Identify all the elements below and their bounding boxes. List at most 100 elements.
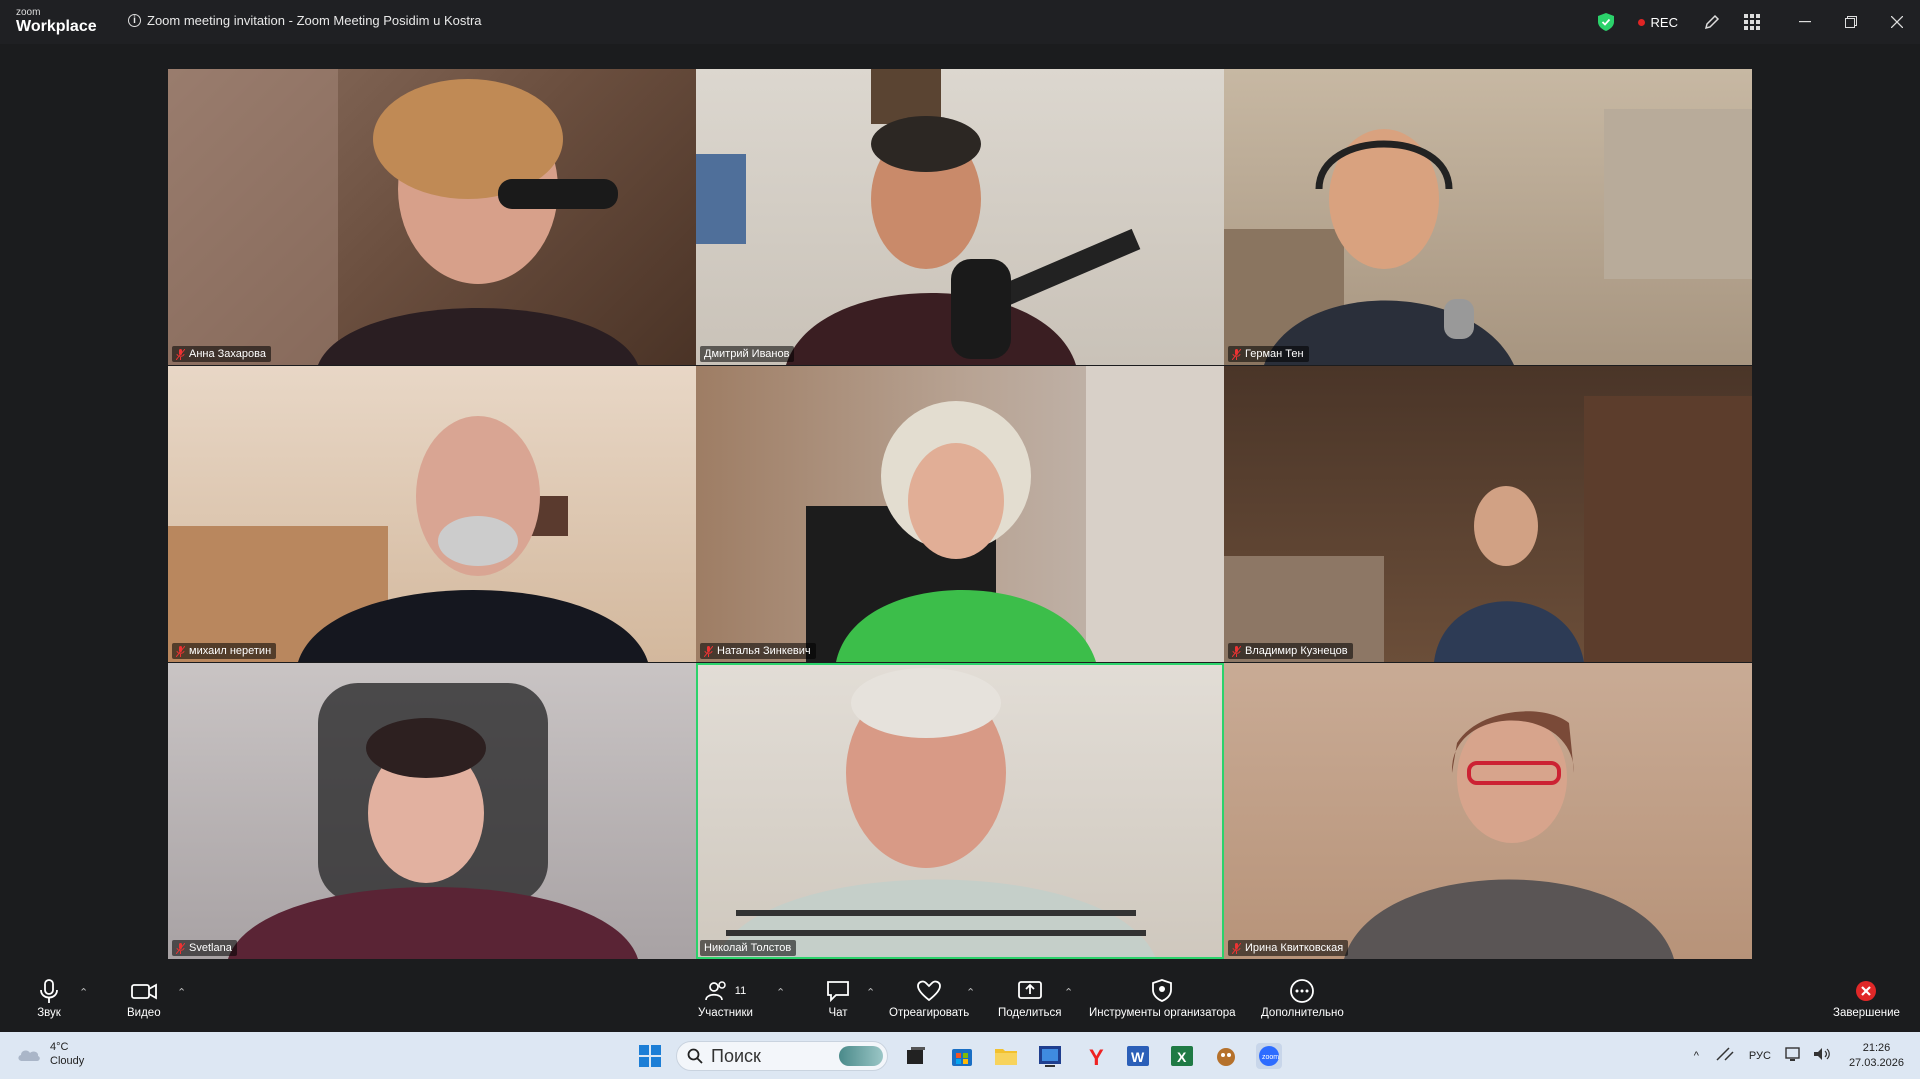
video-tile[interactable]: Герман Тен [1224,69,1752,365]
video-options-caret-icon[interactable]: ⌃ [177,986,186,999]
taskbar-search[interactable]: Поиск [676,1041,888,1071]
screen-app-icon[interactable] [1037,1043,1063,1069]
participant-name: михаил неретин [189,645,272,657]
more-dots-icon [1290,979,1315,1003]
zoom-taskbar-icon[interactable]: zoom [1256,1043,1282,1069]
participant-name-label: Анна Захарова [172,346,271,362]
volume-icon[interactable] [1813,1046,1831,1065]
meeting-toolbar: Звук ⌃ Видео ⌃ 11 Участники ⌃ Чат ⌃ Отре… [0,972,1920,1032]
rec-label: REC [1650,14,1678,30]
video-tile[interactable]: Ирина Квитковская [1224,663,1752,959]
svg-text:zoom: zoom [1262,1054,1279,1061]
clock-time: 21:26 [1862,1041,1891,1054]
chat-button[interactable]: Чат [825,978,851,1019]
language-indicator[interactable]: РУС [1749,1050,1771,1062]
recording-indicator[interactable]: REC [1637,14,1678,30]
participant-video [228,683,638,959]
video-gallery: Анна Захарова Дмитрий Иванов Герман Тен … [0,44,1920,972]
audio-button[interactable]: Звук [36,978,62,1019]
chat-label: Чат [828,1007,848,1019]
cloud-icon [18,1050,40,1062]
video-tile-active-speaker[interactable]: Николай Толстов [696,663,1224,959]
word-icon[interactable]: W [1125,1043,1151,1069]
video-tile[interactable]: Владимир Кузнецов [1224,366,1752,662]
participants-button[interactable]: 11 Участники [698,978,753,1019]
excel-icon[interactable]: X [1169,1043,1195,1069]
participant-name: Николай Толстов [704,942,792,954]
search-placeholder: Поиск [711,1045,761,1066]
video-tile[interactable]: Дмитрий Иванов [696,69,1224,365]
muted-mic-icon [704,645,713,657]
video-tile[interactable]: Анна Захарова [168,69,696,365]
search-highlight-icon [839,1046,883,1066]
muted-mic-icon [1232,348,1241,360]
windows-start-icon[interactable] [637,1043,663,1069]
muted-mic-icon [1232,645,1241,657]
svg-text:W: W [1131,1049,1145,1065]
share-options-caret-icon[interactable]: ⌃ [1064,986,1073,999]
host-shield-icon [1152,979,1173,1002]
share-screen-icon [1017,981,1042,999]
game-app-icon[interactable] [1213,1043,1239,1069]
weather-widget[interactable]: 4°C Cloudy [16,1040,84,1069]
end-close-icon [1856,981,1877,1001]
video-camera-icon [130,983,157,1000]
participants-icon [704,981,726,1001]
task-view-icon[interactable] [903,1043,929,1069]
react-label: Отреагировать [889,1007,970,1019]
audio-label: Звук [37,1007,61,1019]
participant-name: Наталья Зинкевич [717,645,811,657]
microsoft-store-icon[interactable] [949,1043,975,1069]
participant-name: Дмитрий Иванов [704,348,790,360]
restore-button[interactable] [1828,0,1874,44]
share-button[interactable]: Поделиться [998,978,1062,1019]
end-meeting-button[interactable]: Завершение [1833,978,1900,1019]
participant-video [1344,711,1674,959]
video-tile[interactable]: михаил неретин [168,366,696,662]
yandex-browser-icon[interactable]: Y [1082,1043,1108,1070]
video-tile[interactable]: Наталья Зинкевич [696,366,1224,662]
react-button[interactable]: Отреагировать [889,978,969,1019]
file-explorer-icon[interactable] [993,1043,1019,1069]
participant-video [1224,109,1752,365]
window-title-text: Zoom meeting invitation - Zoom Meeting P… [147,13,482,28]
participant-video [168,69,638,365]
pencil-icon[interactable] [1702,12,1722,32]
video-tile[interactable]: Svetlana [168,663,696,959]
title-bar: zoom Workplace i Zoom meeting invitation… [0,0,1920,44]
host-tools-label: Инструменты организатора [1089,1007,1236,1019]
muted-mic-icon [1232,942,1241,954]
windows-taskbar: 4°C Cloudy Поиск Y W X zoom ^ РУС 21:26 … [0,1032,1920,1079]
record-dot-icon [1637,18,1645,26]
svg-text:Y: Y [1089,1045,1104,1069]
more-button[interactable]: Дополнительно [1261,978,1344,1019]
participant-name: Владимир Кузнецов [1245,645,1348,657]
participants-options-caret-icon[interactable]: ⌃ [776,986,785,999]
participant-video [806,366,1224,662]
show-hidden-icons-chevron-icon[interactable]: ^ [1694,1050,1699,1062]
network-icon[interactable] [1785,1046,1803,1065]
pen-input-icon[interactable] [1715,1046,1735,1065]
participant-video [696,69,1141,365]
react-options-caret-icon[interactable]: ⌃ [966,986,975,999]
temperature: 4°C [50,1041,69,1053]
heart-icon [917,980,941,1002]
encryption-shield-icon[interactable] [1597,13,1614,31]
minimize-button[interactable] [1782,0,1828,44]
close-button[interactable] [1874,0,1920,44]
grid-view-icon[interactable] [1742,12,1762,32]
zoom-logo: zoom Workplace [16,8,97,35]
audio-options-caret-icon[interactable]: ⌃ [79,986,88,999]
share-label: Поделиться [998,1007,1062,1019]
weather-condition: Cloudy [50,1055,85,1068]
chat-options-caret-icon[interactable]: ⌃ [866,986,875,999]
participant-video [716,668,1156,959]
host-tools-button[interactable]: Инструменты организатора [1089,978,1236,1019]
video-button[interactable]: Видео [127,978,161,1019]
muted-mic-icon [176,348,185,360]
participant-name-label: Ирина Квитковская [1228,940,1349,956]
clock[interactable]: 21:26 27.03.2026 [1849,1041,1904,1071]
participants-label: Участники [698,1007,753,1019]
info-icon[interactable]: i [128,14,141,27]
search-icon [687,1048,703,1064]
